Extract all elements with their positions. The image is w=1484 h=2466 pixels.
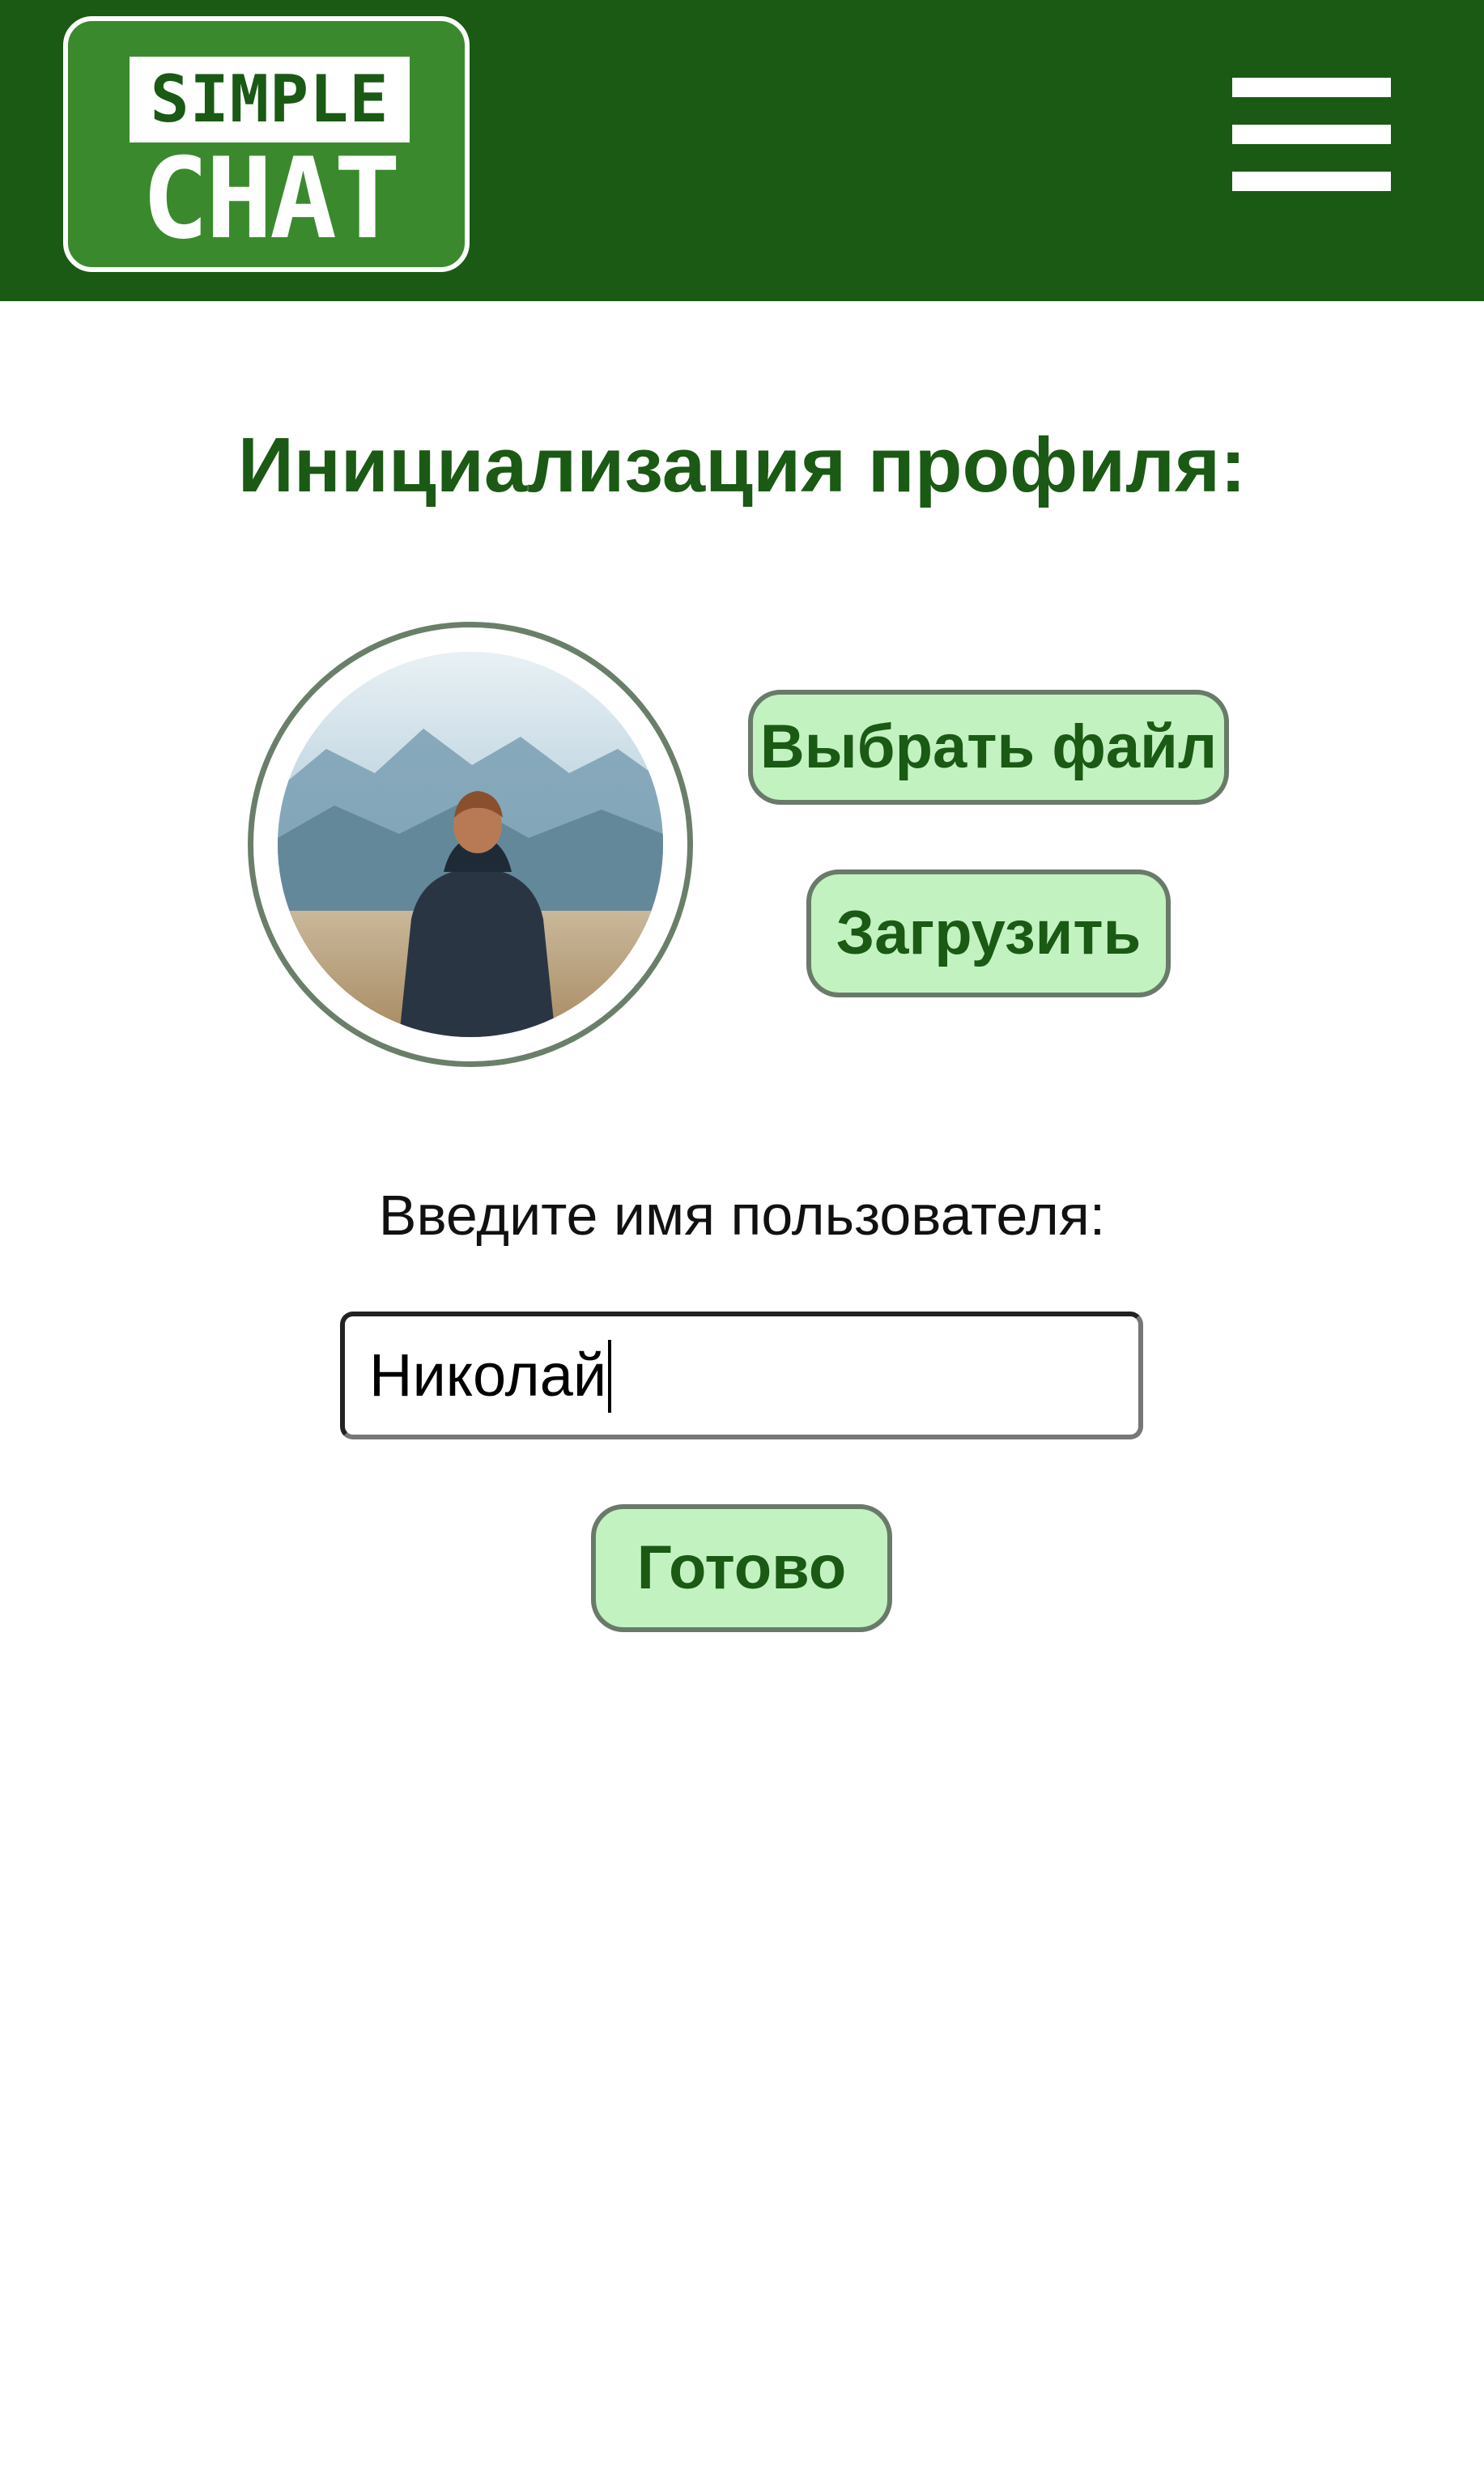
menu-bar [1232, 172, 1391, 191]
avatar-photo [278, 652, 663, 1037]
text-caret [608, 1340, 612, 1414]
logo-text-chat: CHAT [141, 134, 401, 264]
hamburger-menu-icon[interactable] [1224, 70, 1394, 199]
upload-button[interactable]: Загрузить [806, 869, 1171, 997]
done-button[interactable]: Готово [591, 1504, 892, 1632]
username-value: Николай [369, 1341, 607, 1409]
app-header: SIMPLE CHAT [0, 0, 1484, 301]
username-label: Введите имя пользователя: [378, 1184, 1106, 1247]
choose-file-button[interactable]: Выбрать файл [748, 690, 1229, 805]
menu-bar [1232, 125, 1391, 144]
app-logo[interactable]: SIMPLE CHAT [63, 16, 470, 272]
menu-bar [1232, 78, 1391, 97]
page-title: Инициализация профиля: [237, 422, 1247, 508]
avatar [248, 622, 693, 1067]
logo-text-simple: SIMPLE [130, 57, 410, 142]
username-input[interactable]: Николай [340, 1312, 1143, 1439]
